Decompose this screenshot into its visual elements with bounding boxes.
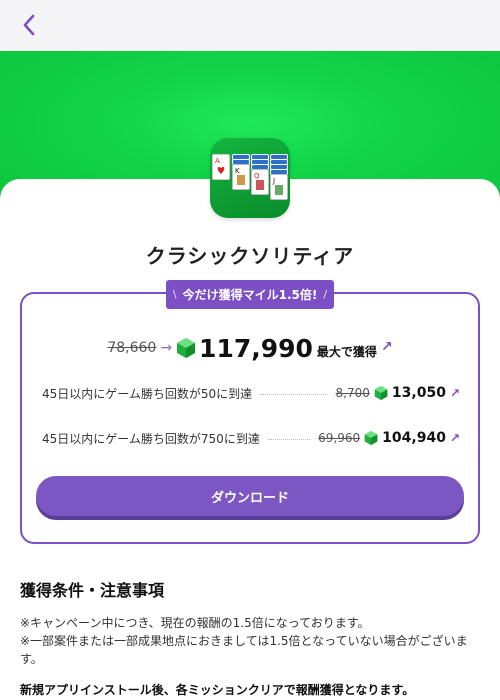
condition-note: ※一部案件または一部成果地点におきましては1.5倍となっていない場合がございます… bbox=[20, 634, 468, 666]
badge-left-mark: \ bbox=[172, 288, 177, 301]
total-suffix: 最大で獲得 bbox=[316, 344, 377, 359]
badge-right-mark: / bbox=[323, 288, 328, 301]
card-column-icon: Q bbox=[251, 154, 269, 195]
mission-old-reward: 69,960 bbox=[318, 431, 361, 445]
card-column-icon: K bbox=[232, 154, 250, 190]
mission-label: 45日以内にゲーム勝ち回数が750に到達 bbox=[42, 431, 260, 446]
svg-text:K: K bbox=[235, 167, 240, 175]
mission-new-reward: 104,940 bbox=[382, 430, 446, 446]
svg-text:Q: Q bbox=[254, 172, 260, 180]
app-icon: A K Q J bbox=[210, 138, 290, 218]
dotted-leader bbox=[267, 438, 311, 440]
total-reward: 78,660 → 117,990 最大で獲得 ↗ bbox=[0, 332, 500, 364]
gem-icon bbox=[374, 386, 388, 400]
svg-text:J: J bbox=[272, 177, 275, 185]
arrow-up-right-icon[interactable]: ↗ bbox=[450, 386, 460, 400]
mission-label: 45日以内にゲーム勝ち回数が50に到達 bbox=[42, 386, 253, 401]
gem-icon bbox=[364, 431, 378, 445]
app-title: クラシックソリティア bbox=[145, 244, 355, 268]
mission-old-reward: 8,700 bbox=[335, 386, 370, 400]
mission-row: 45日以内にゲーム勝ち回数が50に到達 8,700 13,050 ↗ bbox=[42, 383, 460, 403]
chevron-left-icon bbox=[23, 14, 35, 36]
arrow-up-right-icon[interactable]: ↗ bbox=[450, 431, 460, 445]
old-total: 78,660 bbox=[107, 340, 157, 356]
gem-icon bbox=[177, 338, 196, 358]
back-button[interactable] bbox=[14, 10, 44, 40]
top-bar bbox=[0, 0, 500, 51]
svg-text:A: A bbox=[215, 157, 220, 165]
card-column-icon: J bbox=[270, 154, 288, 200]
arrow-up-right-icon[interactable]: ↗ bbox=[381, 339, 393, 355]
card-icon: A bbox=[212, 154, 230, 180]
conditions-title: 獲得条件・注意事項 bbox=[20, 581, 165, 600]
badge-text: 今だけ獲得マイル1.5倍! bbox=[182, 288, 318, 302]
condition-note: ※キャンペーン中につき、現在の報酬の1.5倍になっております。 bbox=[20, 616, 370, 630]
mission-new-reward: 13,050 bbox=[391, 385, 446, 401]
mission-row: 45日以内にゲーム勝ち回数が750に到達 69,960 104,940 ↗ bbox=[42, 428, 460, 448]
new-total: 117,990 bbox=[199, 333, 313, 363]
download-button[interactable]: ダウンロード bbox=[36, 476, 464, 516]
dotted-leader bbox=[260, 393, 328, 395]
condition-note-bold: 新規アプリインストール後、各ミッションクリアで報酬獲得となります。 bbox=[20, 683, 415, 697]
arrow-right-icon: → bbox=[160, 340, 173, 356]
campaign-badge: \ 今だけ獲得マイル1.5倍! / bbox=[166, 280, 334, 309]
